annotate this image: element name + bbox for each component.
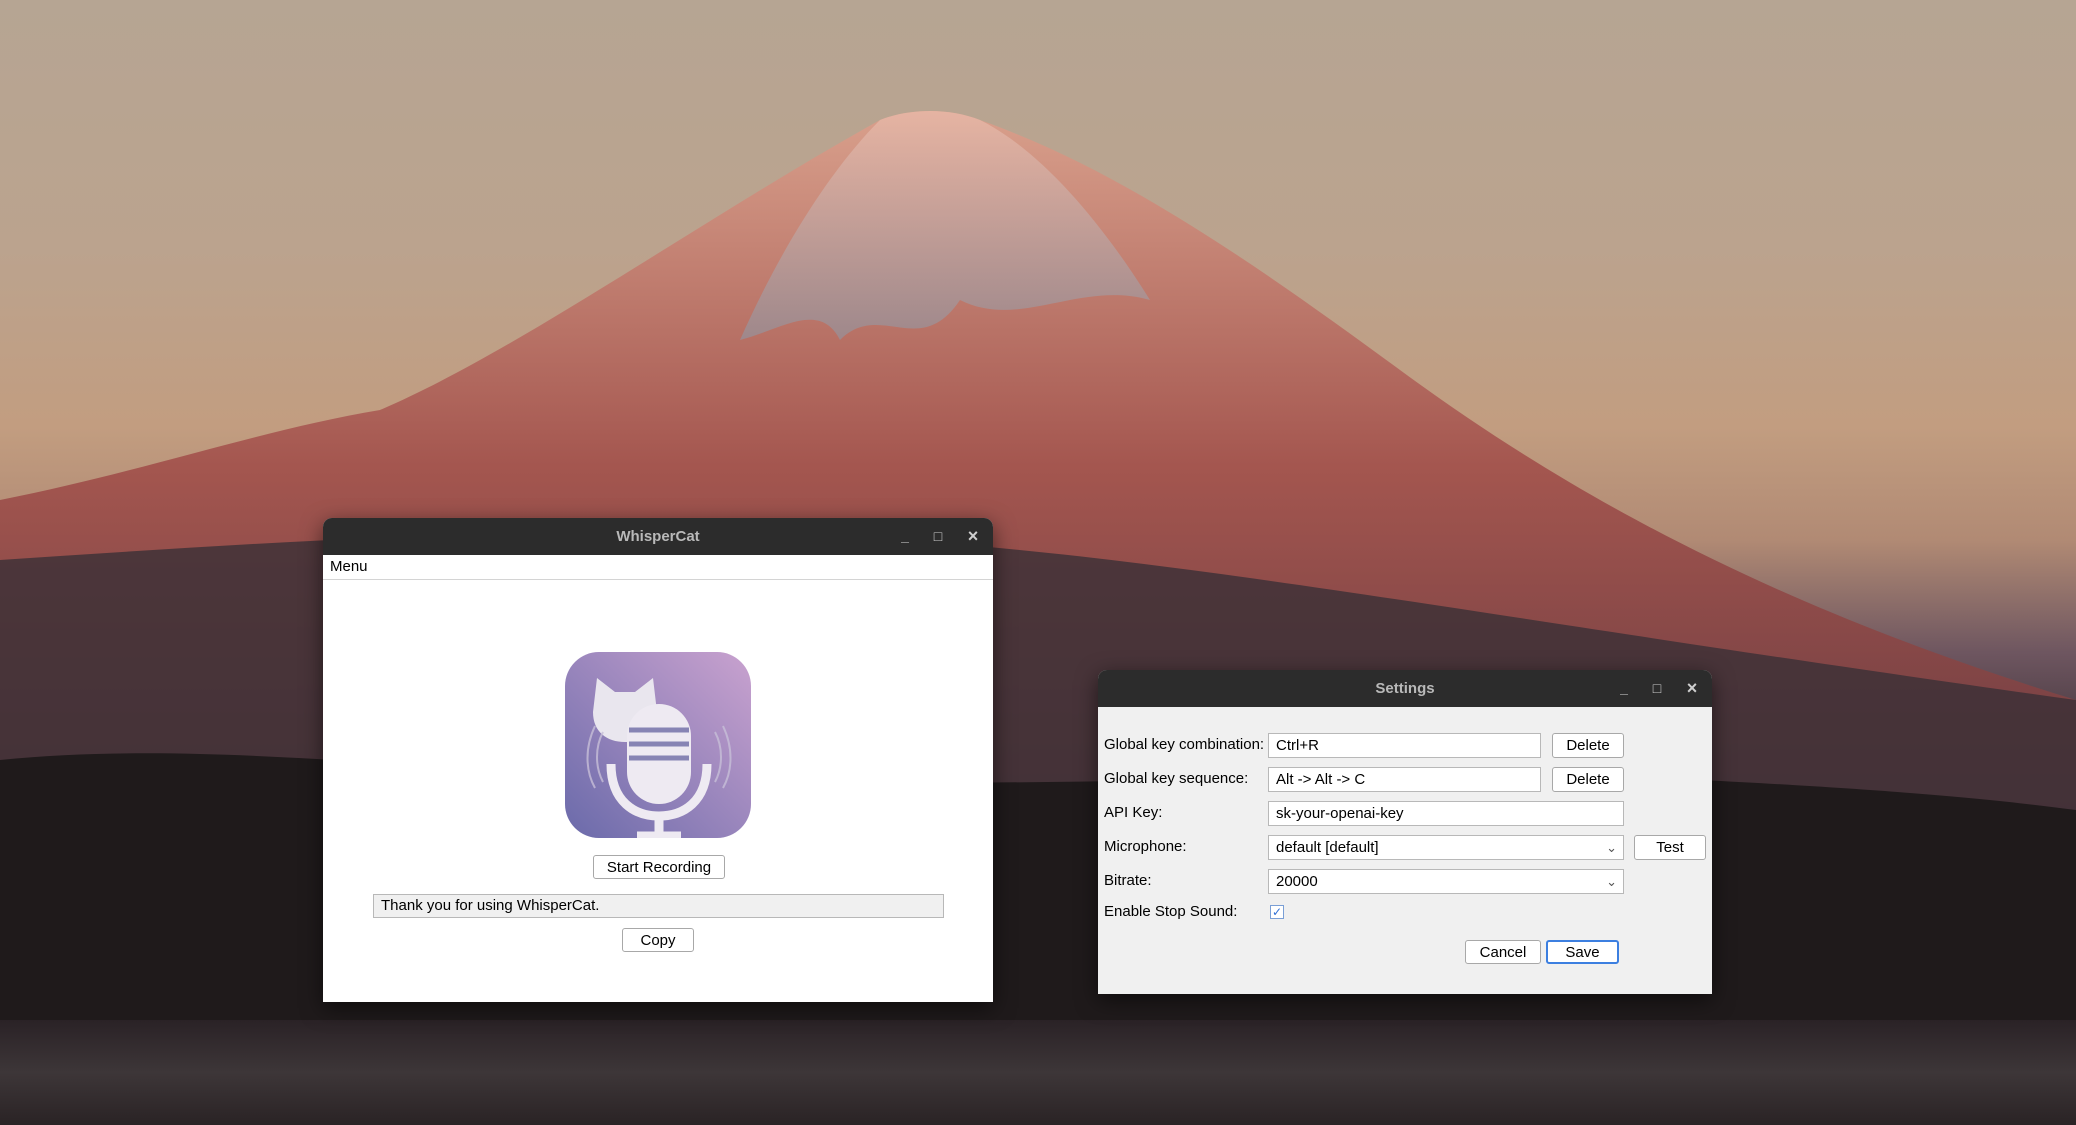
window-title: Settings [1375,680,1435,697]
global-key-combination-field[interactable]: Ctrl+R [1268,733,1541,758]
close-icon[interactable]: × [1677,670,1707,707]
api-key-label: API Key: [1104,804,1163,821]
checkmark-icon: ✓ [1271,905,1283,919]
enable-stop-sound-checkbox[interactable]: ✓ [1270,905,1284,919]
bitrate-label: Bitrate: [1104,872,1152,889]
global-key-combination-label: Global key combination: [1104,736,1265,753]
cancel-button[interactable]: Cancel [1465,940,1541,964]
microphone-value: default [default] [1276,839,1379,856]
microphone-select[interactable]: default [default] ⌄ [1268,835,1624,860]
close-icon[interactable]: × [958,518,988,555]
microphone-cat-logo [565,652,751,838]
bitrate-select[interactable]: 20000 ⌄ [1268,869,1624,894]
test-microphone-button[interactable]: Test [1634,835,1706,860]
whispercat-content: Menu Start Recording Thank you for using… [323,555,993,1002]
copy-button[interactable]: Copy [622,928,694,952]
enable-stop-sound-label: Enable Stop Sound: [1104,903,1238,920]
settings-content: Global key combination: Ctrl+R Delete Gl… [1098,707,1712,994]
menu-bar: Menu [323,555,993,580]
minimize-icon[interactable]: _ [890,518,920,555]
global-key-sequence-label: Global key sequence: [1104,770,1249,787]
whispercat-titlebar[interactable]: WhisperCat _ □ × [323,518,993,555]
minimize-icon[interactable]: _ [1609,670,1639,707]
api-key-field[interactable]: sk-your-openai-key [1268,801,1624,826]
maximize-icon[interactable]: □ [1642,670,1672,707]
menu-item-menu[interactable]: Menu [330,558,368,575]
global-key-sequence-field[interactable]: Alt -> Alt -> C [1268,767,1541,792]
chevron-down-icon: ⌄ [1606,840,1617,855]
microphone-label: Microphone: [1104,838,1187,855]
delete-key-combination-button[interactable]: Delete [1552,733,1624,758]
bitrate-value: 20000 [1276,873,1318,890]
mountain-wallpaper [0,111,2076,1125]
window-title: WhisperCat [616,528,700,545]
maximize-icon[interactable]: □ [923,518,953,555]
whispercat-window: WhisperCat _ □ × Menu Start Recording Th… [323,518,993,1002]
save-button[interactable]: Save [1546,940,1619,964]
settings-window: Settings _ □ × Global key combination: C… [1098,670,1712,994]
settings-titlebar[interactable]: Settings _ □ × [1098,670,1712,707]
transcript-field[interactable]: Thank you for using WhisperCat. [373,894,944,918]
chevron-down-icon: ⌄ [1606,874,1617,889]
desktop-wallpaper [0,0,2076,1125]
start-recording-button[interactable]: Start Recording [593,855,725,879]
delete-key-sequence-button[interactable]: Delete [1552,767,1624,792]
